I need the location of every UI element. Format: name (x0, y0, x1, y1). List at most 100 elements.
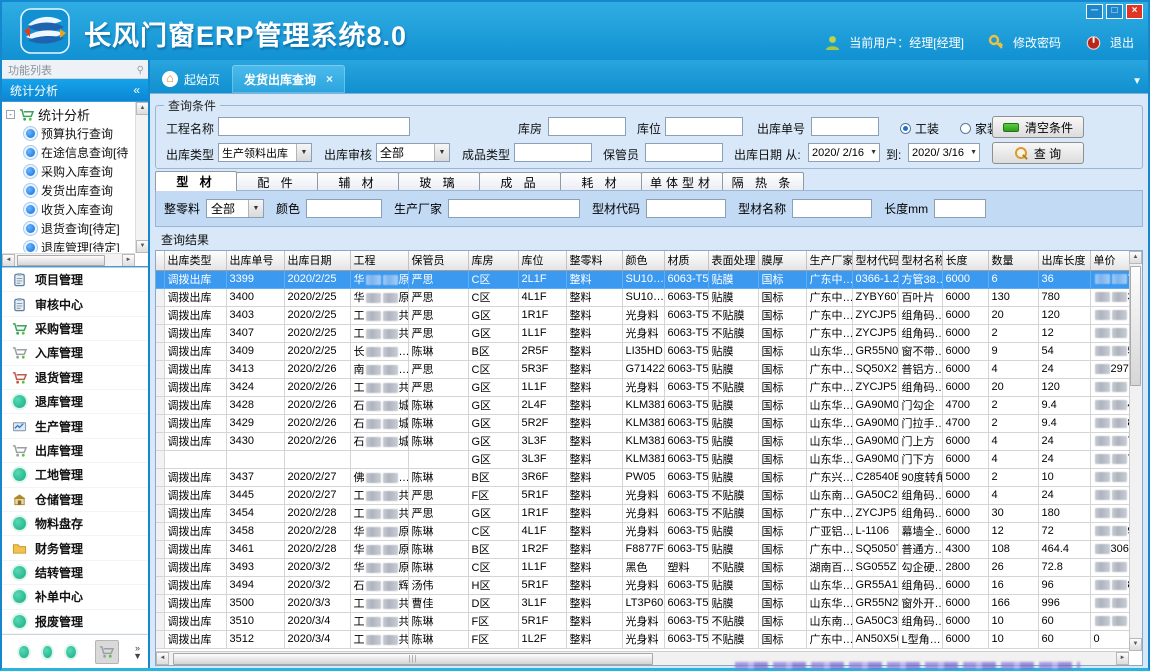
tab-shipment-outbound-query[interactable]: 发货出库查询 × (232, 65, 345, 93)
grid-hscroll-thumb[interactable]: ||| (173, 653, 653, 665)
material-tab[interactable]: 耗 材 (560, 172, 642, 191)
footer-cart-button[interactable] (95, 640, 119, 664)
row-selector[interactable] (156, 612, 164, 630)
row-selector[interactable] (156, 324, 164, 342)
column-header[interactable]: 生产厂家 (806, 251, 852, 270)
sidebar-item-仓储管理[interactable]: 仓储管理 (2, 488, 148, 512)
row-selector[interactable] (156, 486, 164, 504)
material-tab[interactable]: 隔 热 条 (722, 172, 804, 191)
row-selector[interactable] (156, 270, 164, 288)
footer-module-icon[interactable] (66, 646, 76, 658)
table-row[interactable]: 调拨出库34582020/2/28华原…陈琳C区4L1F整料光身料6063-T5… (156, 522, 1143, 540)
table-row[interactable]: 调拨出库34032020/2/25工共工程严思G区1R1F整料光身料6063-T… (156, 306, 1143, 324)
material-tab[interactable]: 玻 璃 (398, 172, 480, 191)
column-header[interactable]: 出库长度 (1038, 251, 1090, 270)
table-row[interactable]: 调拨出库35102020/3/4工共工程陈琳F区5R1F整料光身料6063-T5… (156, 612, 1143, 630)
tree-expander-icon[interactable]: - (6, 110, 15, 119)
table-row[interactable]: 调拨出库34072020/2/25工共工程严思G区1L1F整料光身料6063-T… (156, 324, 1143, 342)
close-button[interactable]: × (1126, 4, 1143, 19)
row-selector[interactable] (156, 342, 164, 360)
clear-conditions-button[interactable]: 清空条件 (992, 116, 1084, 138)
column-header[interactable]: 出库日期 (284, 251, 350, 270)
project-name-input[interactable] (218, 117, 410, 136)
table-row[interactable]: 调拨出库34002020/2/25华原…严思C区4L1F整料SU10…6063-… (156, 288, 1143, 306)
column-header[interactable]: 库房 (468, 251, 518, 270)
tree-item[interactable]: 退库管理[待定] (4, 238, 135, 252)
row-selector[interactable] (156, 378, 164, 396)
grid-vscroll-thumb[interactable] (1130, 266, 1141, 386)
row-selector[interactable] (156, 630, 164, 648)
column-header[interactable]: 工程 (350, 251, 408, 270)
table-row[interactable]: 调拨出库34132020/2/26南…严思C区5R3F整料G714226063-… (156, 360, 1143, 378)
table-row[interactable]: 调拨出库34302020/2/26石城陈琳G区3L3F整料KLM38176063… (156, 432, 1143, 450)
table-row[interactable]: 调拨出库34612020/2/28华原…陈琳B区1R2F整料F8877FT606… (156, 540, 1143, 558)
tree-item[interactable]: 在途信息查询[待 (4, 143, 135, 162)
keeper-input[interactable] (645, 143, 723, 162)
grid-vertical-scrollbar[interactable]: ▲ ▼ (1129, 251, 1142, 651)
column-header[interactable]: 数量 (988, 251, 1038, 270)
logout-link[interactable]: 退出 (1110, 34, 1134, 51)
scroll-down-icon[interactable]: ▼ (1129, 638, 1142, 651)
sidebar-item-采购管理[interactable]: 采购管理 (2, 317, 148, 341)
tree-item[interactable]: 预算执行查询 (4, 124, 135, 143)
row-selector[interactable] (156, 414, 164, 432)
sidebar-item-出库管理[interactable]: 出库管理 (2, 439, 148, 463)
row-selector[interactable] (156, 288, 164, 306)
tree-horizontal-scrollbar[interactable]: ◄ ► (2, 253, 135, 266)
product-type-input[interactable] (514, 143, 592, 162)
column-header[interactable]: 保管员 (408, 251, 468, 270)
length-input[interactable] (934, 199, 986, 218)
column-header[interactable]: 库位 (518, 251, 566, 270)
color-input[interactable] (306, 199, 382, 218)
scroll-left-icon[interactable]: ◄ (156, 652, 169, 665)
out-audit-select[interactable]: 全部▼ (376, 143, 450, 162)
out-type-select[interactable]: 生产领料出库▼ (218, 143, 312, 162)
scroll-right-icon[interactable]: ► (122, 254, 135, 267)
table-row[interactable]: 调拨出库34452020/2/27工共工程严思F区5R1F整料光身料6063-T… (156, 486, 1143, 504)
column-header[interactable]: 出库类型 (164, 251, 226, 270)
sidebar-group-header[interactable]: 统计分析 « (2, 79, 148, 101)
footer-module-icon[interactable] (43, 646, 53, 658)
column-header[interactable]: 出库单号 (226, 251, 284, 270)
collapse-icon[interactable]: « (133, 83, 140, 97)
sidebar-item-退货管理[interactable]: 退货管理 (2, 366, 148, 390)
location-input[interactable] (665, 117, 743, 136)
tree-root[interactable]: -统计分析 (4, 104, 135, 124)
table-row[interactable]: 调拨出库34242020/2/26工共工程严思G区1L1F整料光身料6063-T… (156, 378, 1143, 396)
table-row[interactable]: 调拨出库34372020/2/27佛…陈琳B区3R6F整料PW056063-T5… (156, 468, 1143, 486)
maximize-button[interactable]: □ (1106, 4, 1123, 19)
tree-vertical-scrollbar[interactable]: ▲ ▼ (135, 102, 148, 253)
sidebar-item-结转管理[interactable]: 结转管理 (2, 561, 148, 585)
minimize-button[interactable]: ─ (1086, 4, 1103, 19)
scroll-up-icon[interactable]: ▲ (1129, 251, 1142, 264)
tab-home[interactable]: ⌂ 起始页 (150, 65, 232, 93)
material-tab[interactable]: 型 材 (155, 171, 237, 191)
profile-name-input[interactable] (792, 199, 872, 218)
row-selector[interactable] (156, 594, 164, 612)
material-tab[interactable]: 配 件 (236, 172, 318, 191)
more-modules-button[interactable]: »▼ (133, 644, 142, 660)
scroll-right-icon[interactable]: ► (1116, 652, 1129, 665)
row-selector[interactable] (156, 522, 164, 540)
row-selector[interactable] (156, 432, 164, 450)
tab-list-dropdown-icon[interactable]: ▼ (1132, 76, 1142, 87)
tab-close-icon[interactable]: × (326, 72, 333, 86)
row-selector[interactable] (156, 360, 164, 378)
row-selector[interactable] (156, 396, 164, 414)
material-tab[interactable]: 单体型材 (641, 172, 723, 191)
row-selector[interactable] (156, 576, 164, 594)
date-from-select[interactable]: 2020/ 2/16▼ (808, 143, 880, 162)
date-to-select[interactable]: 2020/ 3/16▼ (908, 143, 980, 162)
scroll-up-icon[interactable]: ▲ (136, 102, 148, 115)
radio-gongzhuang[interactable]: 工装 (900, 120, 939, 137)
column-header[interactable]: 长度 (942, 251, 988, 270)
sidebar-item-生产管理[interactable]: 生产管理 (2, 414, 148, 438)
sidebar-item-物料盘存[interactable]: 物料盘存 (2, 512, 148, 536)
tree-hscroll-thumb[interactable] (17, 255, 105, 266)
footer-module-icon[interactable] (19, 646, 29, 658)
tree-item[interactable]: 发货出库查询 (4, 181, 135, 200)
table-row[interactable]: 调拨出库34292020/2/26石城陈琳G区5R2F整料KLM38176063… (156, 414, 1143, 432)
warehouse-input[interactable] (548, 117, 626, 136)
row-selector[interactable] (156, 468, 164, 486)
manufacturer-input[interactable] (448, 199, 580, 218)
